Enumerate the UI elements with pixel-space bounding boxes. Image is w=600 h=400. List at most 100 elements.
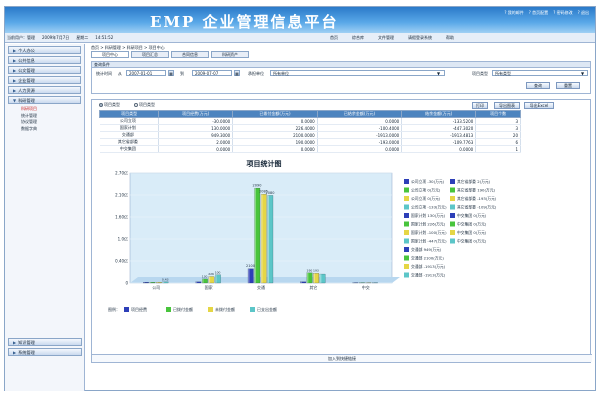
legend-swatch (404, 196, 409, 201)
reset-button[interactable]: 重置 (556, 82, 580, 89)
menu-public[interactable]: ▶ 公共信息 (8, 56, 81, 64)
add-shortcut-link[interactable]: 加入到快捷链接 (92, 354, 592, 362)
table-cell: 6 (475, 138, 521, 146)
query-header: 查询条件 (91, 61, 591, 68)
legend-label: 中交集团 0(万元) (457, 230, 487, 235)
results-toolbar: 项目类型 项目类型 打印 导出图表 导出Excel (92, 100, 590, 110)
password-link[interactable]: ? 密码修改 (553, 10, 572, 16)
legend-label: 国家计划 -100(万元) (411, 230, 447, 235)
x-tick-label: 交通 (257, 284, 265, 290)
menu-personal[interactable]: ▶ 个人办公 (8, 46, 81, 54)
date-from-input[interactable]: 2007-01-01 (126, 70, 166, 76)
legend-label: 未拨付金额 (215, 306, 235, 312)
menu-knowledge[interactable]: ▶ 知识管理 (8, 338, 82, 346)
unit-select[interactable]: 所有单位 (270, 70, 445, 76)
nav-files[interactable]: 文件管理 (378, 35, 394, 41)
nav-leave[interactable]: 请假登录系统 (408, 35, 432, 41)
mail-link[interactable]: ? 我的邮件 (504, 10, 523, 16)
table-cell: 20 (475, 131, 521, 139)
tab-project-summary[interactable]: 项目汇总 (131, 51, 169, 58)
radio-label: 项目类型 (104, 102, 120, 107)
table-row: 国家计划 130.0000 226.4000 -100.4000 -447.3020 3 (99, 124, 521, 132)
y-tick-label: 0 (125, 281, 128, 286)
calendar-icon[interactable]: ▦ (234, 70, 240, 76)
table-header-row: 项目类型 项目经费(万元) 已拨付金额(万元) 已结余金额(万元) 结余金额(万… (98, 110, 521, 118)
chart-bar-highlight (254, 188, 256, 283)
results-section: 项目类型 项目类型 打印 导出图表 导出Excel 项目类型 项目经费(万元) … (91, 99, 592, 363)
menu-label: 公文管理 (18, 68, 35, 73)
date-to-input[interactable]: 2009-07-07 (192, 70, 232, 76)
table-cell: 190.0000 (232, 138, 318, 146)
menu-documents[interactable]: ▶ 公文管理 (8, 66, 81, 74)
banner: EMP 企业管理信息平台 ? 我的邮件 ? 首页配置 ? 密码修改 ? 退出 (5, 7, 595, 33)
logout-link[interactable]: ? 退出 (578, 10, 589, 16)
header-links: ? 我的邮件 ? 首页配置 ? 密码修改 ? 退出 (504, 10, 589, 16)
current-time: 14:51:52 (95, 35, 114, 40)
table-cell: 0.0000 (317, 117, 403, 125)
export-chart-button[interactable]: 导出图表 (494, 102, 520, 109)
y-tick-label: 1.0亿 (118, 236, 128, 242)
legend-label: 国家计划 226(万元) (411, 222, 446, 227)
nav-home[interactable]: 首页 (330, 35, 338, 41)
legend-swatch (404, 247, 409, 252)
breadcrumb: 首页 > 科研管理 > 科研项目 > 项目中心 (91, 45, 165, 50)
table-cell: -100.4000 (317, 124, 403, 132)
chart-bar-highlight (143, 282, 145, 283)
radio-project-type-2[interactable]: 项目类型 (134, 102, 155, 108)
legend-label: 已支出金额 (257, 306, 277, 312)
tab-contracts[interactable]: 合同信息 (171, 51, 209, 58)
bar-value-label: 190 (307, 268, 313, 272)
menu-hr[interactable]: ▶ 人力资源 (8, 86, 81, 94)
menu-label: 知识管理 (18, 340, 35, 345)
legend-swatch (450, 221, 455, 227)
nav-help[interactable]: 帮助 (446, 35, 454, 41)
chart-bar-highlight (215, 274, 217, 283)
export-excel-button[interactable]: 导出Excel (524, 102, 554, 109)
bar-value-label: 2100 (246, 264, 255, 268)
menu-system[interactable]: ▶ 系统管理 (8, 348, 82, 356)
radio-dot (99, 103, 103, 107)
bar-value-label: 130 (202, 274, 208, 278)
date-label: 统计时间 (96, 71, 112, 76)
bar-value-label: 0.43 (162, 277, 169, 281)
print-button[interactable]: 打印 (472, 102, 488, 109)
tab-assets[interactable]: 科研资产 (211, 51, 249, 58)
tab-project-center[interactable]: 项目中心 (91, 51, 129, 58)
legend-label: 公司立项 -30(万元) (411, 179, 445, 184)
table-cell: 其它省部委 (99, 138, 160, 146)
legend-swatch (404, 221, 409, 227)
query-button[interactable]: 查询 (526, 82, 550, 89)
x-tick-label: 国家 (205, 284, 213, 290)
chart-bar-highlight (261, 194, 263, 283)
table-cell: 公司立项 (99, 117, 160, 125)
legend-label: 中交集团 0(万元) (457, 213, 487, 218)
legend-swatch (404, 204, 409, 210)
table-row: 交通部 949.3000 2100.0000 -1913.0000 -1913.4813… (99, 131, 521, 139)
table-cell: -133.5200 (401, 117, 477, 125)
calendar-icon[interactable]: ▦ (168, 70, 174, 76)
table-cell: 3 (475, 117, 521, 125)
y-tick-label: 2.10亿 (115, 192, 128, 198)
chevron-icon: ▶ (13, 350, 17, 355)
nav-library[interactable]: 综合库 (352, 35, 364, 41)
home-config-link[interactable]: ? 首页配置 (529, 10, 548, 16)
menu-research[interactable]: ▼ 科研管理 (8, 96, 81, 104)
menu-enterprise[interactable]: ▶ 企业管理 (8, 76, 81, 84)
app-window: EMP 企业管理信息平台 ? 我的邮件 ? 首页配置 ? 密码修改 ? 退出 当… (4, 6, 596, 391)
bar-chart: 项目统计图 2.70亿 2.10亿 1.60亿 1.0亿 0.40亿 0 公司 国家 交通 其它 中交… (108, 159, 497, 312)
chart-bar-highlight (149, 282, 152, 283)
tab-bar: 项目中心 项目汇总 合同信息 科研资产 (87, 51, 595, 59)
to-label: 到 (180, 71, 184, 76)
legend-label: 交通部 -1913(万元) (411, 264, 446, 269)
bar-value-label: 2090 (253, 184, 262, 188)
table-cell: 226.4000 (232, 124, 318, 132)
legend-label: 其它省部委 2(万元) (457, 179, 491, 184)
table-cell: 国家计划 (99, 124, 160, 132)
app-title: EMP 企业管理信息平台 (150, 13, 339, 31)
radio-project-type[interactable]: 项目类型 (99, 102, 120, 108)
bar-value-label: 2080 (266, 191, 275, 195)
legend-swatch (404, 238, 409, 244)
type-select[interactable]: 所有类型 (492, 70, 588, 76)
menu-label: 科研管理 (18, 98, 35, 103)
submenu-dictionary[interactable]: 数据字典 (21, 126, 84, 133)
